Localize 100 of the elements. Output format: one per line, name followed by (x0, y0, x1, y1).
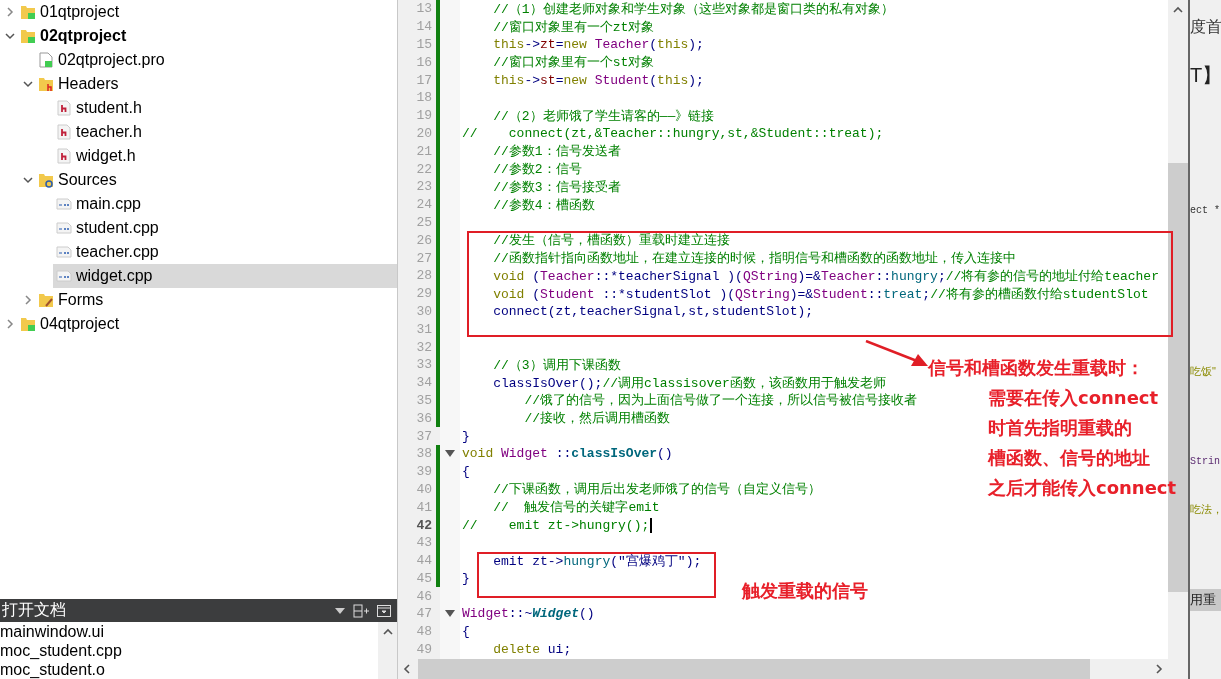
chevron-down-icon[interactable] (22, 78, 34, 90)
line-number: 22 (415, 160, 433, 178)
line-number: 18 (415, 89, 433, 107)
line-number: 16 (415, 53, 433, 72)
folder-icon (20, 28, 36, 44)
arrow (865, 340, 928, 366)
line-number: 23 (415, 178, 433, 196)
code-line: this->st=new Student(this); (492, 72, 704, 88)
file-icon (56, 124, 72, 140)
close-panel-icon[interactable] (377, 604, 391, 617)
tree-item[interactable]: 01qtproject (17, 0, 397, 24)
code-line: emit zt->hungry("宫爆鸡丁"); (492, 552, 702, 570)
tree-item[interactable]: 02qtproject (17, 24, 397, 48)
tree-item[interactable]: student.cpp (53, 216, 397, 240)
tree-item[interactable]: main.cpp (53, 192, 397, 216)
tree-item[interactable]: Sources (35, 168, 397, 192)
folder-icon (20, 316, 36, 332)
split-icon[interactable] (353, 603, 369, 618)
code-line: //函数指针指向函数地址，在建立连接的时候，指明信号和槽函数的函数地址，传入连接中 (492, 250, 1016, 268)
panel-title: 打开文档 (2, 600, 67, 620)
line-number: 24 (415, 196, 433, 214)
code-line: //窗口对象里有一个zt对象 (492, 18, 655, 36)
line-number: 28 (415, 267, 433, 285)
chevron-right-icon[interactable] (4, 6, 16, 18)
tree-item[interactable]: Headers (35, 72, 397, 96)
partial-text: ect * (1190, 205, 1220, 216)
line-number: 26 (415, 231, 433, 250)
file-icon (56, 100, 72, 116)
scroll-up-icon[interactable] (1173, 5, 1183, 13)
tree-item[interactable]: teacher.h (53, 120, 397, 144)
line-number: 27 (415, 249, 433, 267)
line-number: 31 (415, 320, 433, 339)
line-number: 14 (415, 18, 433, 36)
line-number: 41 (415, 498, 433, 517)
line-number: 33 (415, 356, 433, 374)
line-number: 13 (415, 0, 433, 18)
tree-item[interactable]: 02qtproject.pro (35, 48, 397, 72)
line-number: 40 (415, 480, 433, 499)
fold-arrow-icon[interactable] (445, 450, 455, 458)
line-number: 34 (415, 374, 433, 392)
line-number: 44 (415, 552, 433, 570)
code-line: //参数1：信号发送者 (492, 143, 621, 161)
partial-text: Strin (1190, 456, 1220, 467)
file-icon (56, 148, 72, 164)
document-item[interactable]: moc_student.o (0, 660, 378, 679)
folder-icon (38, 292, 54, 308)
code-line: //下课函数，调用后出发老师饿了的信号（自定义信号） (492, 481, 821, 499)
tree-item[interactable]: Forms (35, 288, 397, 312)
chevron-right-icon[interactable] (22, 294, 34, 306)
code-line: } (462, 570, 470, 586)
line-number: 15 (415, 36, 433, 54)
tree-item[interactable]: 04qtproject (17, 312, 397, 336)
tree-item[interactable]: widget.cpp (53, 264, 397, 288)
chevron-down-icon[interactable] (4, 30, 16, 42)
line-number: 46 (415, 587, 433, 606)
code-line: } (462, 428, 470, 444)
code-line: { (462, 624, 470, 640)
file-icon (56, 196, 72, 212)
partial-text: T】 (1190, 63, 1221, 88)
fold-arrow-icon[interactable] (445, 610, 455, 618)
code-line: // 触发信号的关键字emit (492, 499, 660, 517)
callout-text: 触发重载的信号 (742, 579, 868, 603)
chevron-right-icon[interactable] (4, 318, 16, 330)
code-line: // connect(zt,&Teacher::hungry,st,&Student::treat); (462, 125, 884, 141)
line-number: 48 (415, 623, 433, 641)
text-cursor (650, 517, 653, 533)
tree-item[interactable]: student.h (53, 96, 397, 120)
partial-text: 吃法， (1190, 502, 1221, 517)
callout-text: 需要在传入connect (988, 386, 1160, 410)
line-number: 39 (415, 463, 433, 481)
line-number: 43 (415, 534, 433, 552)
scroll-up-icon[interactable] (382, 628, 393, 635)
document-item[interactable]: mainwindow.ui (0, 622, 378, 641)
line-number: 20 (415, 124, 433, 143)
code-line: connect(zt,teacherSignal,st,studentSlot); (492, 303, 814, 319)
callout-text: 之后才能传入connect (988, 476, 1177, 500)
code-line: delete ui; (492, 642, 572, 658)
code-line: // emit zt->hungry(); (462, 517, 650, 533)
code-line: this->zt=new Teacher(this); (492, 37, 704, 52)
line-number: 17 (415, 71, 433, 89)
scrollbar-thumb[interactable] (418, 659, 1090, 679)
folder-icon (38, 76, 54, 92)
folder-icon (20, 4, 36, 20)
code-line: //窗口对象里有一个st对象 (492, 54, 655, 72)
tree-item[interactable]: widget.h (53, 144, 397, 168)
file-icon (56, 220, 72, 236)
document-item[interactable]: moc_student.cpp (0, 641, 378, 660)
file-icon (56, 268, 72, 284)
code-line: //参数3：信号接受者 (492, 178, 621, 196)
line-number: 32 (415, 338, 433, 356)
chevron-down-icon[interactable] (22, 174, 34, 186)
line-number: 38 (415, 445, 433, 463)
code-line: //（3）调用下课函数 (492, 356, 621, 374)
code-line: //饿了的信号，因为上面信号做了一个连接，所以信号被信号接收者 (523, 392, 917, 410)
callout-text: 时首先指明重载的 (988, 416, 1133, 440)
line-number: 29 (415, 285, 433, 303)
dropdown-icon[interactable] (335, 607, 345, 614)
line-number: 30 (415, 302, 433, 321)
tree-item[interactable]: teacher.cpp (53, 240, 397, 264)
line-number: 19 (415, 107, 433, 125)
